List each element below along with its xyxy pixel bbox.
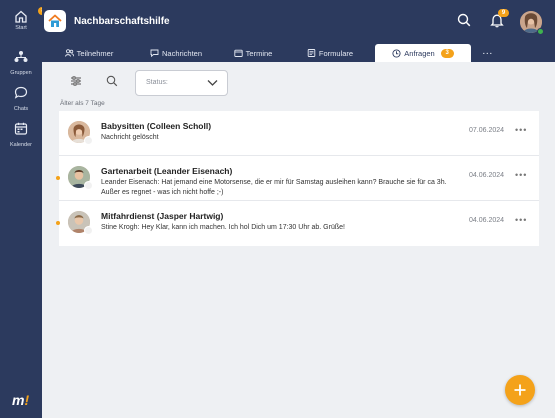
request-snippet: Stine Krogh: Hey Klar, kann ich machen. … bbox=[101, 224, 345, 231]
calendar-icon bbox=[14, 122, 28, 140]
request-row[interactable]: Mitfahrdienst (Jasper Hartwig) Stine Kro… bbox=[56, 201, 539, 246]
request-icon bbox=[392, 48, 401, 58]
list-search-button[interactable] bbox=[106, 74, 118, 92]
tab-label: Nachrichten bbox=[161, 48, 203, 58]
filter-settings-button[interactable] bbox=[70, 74, 82, 92]
home-icon: 8 bbox=[14, 7, 48, 23]
rail-label-gruppen: Gruppen bbox=[10, 70, 32, 76]
request-type-badge bbox=[84, 181, 93, 190]
search-icon bbox=[106, 75, 118, 87]
tab-termine[interactable]: Termine bbox=[225, 44, 281, 62]
rail-item-gruppen[interactable]: Gruppen bbox=[0, 50, 42, 76]
rail-item-kalender[interactable]: Kalender bbox=[0, 122, 42, 148]
people-icon bbox=[64, 49, 74, 57]
main-content: Status: Älter als 7 Tage Babysitten (Col… bbox=[42, 62, 555, 418]
rail-item-chats[interactable]: Chats bbox=[0, 86, 42, 112]
rail-label-kalender: Kalender bbox=[9, 142, 33, 148]
request-type-badge bbox=[84, 226, 93, 235]
tab-label: Anfragen bbox=[404, 48, 435, 58]
search-button[interactable] bbox=[457, 13, 471, 32]
request-title: Mitfahrdienst (Jasper Hartwig) bbox=[101, 211, 224, 221]
notification-badge: 9 bbox=[498, 9, 509, 17]
rail-label-chats: Chats bbox=[13, 106, 29, 112]
tab-more[interactable]: ··· bbox=[475, 44, 501, 62]
row-more-button[interactable]: ••• bbox=[515, 215, 527, 225]
status-placeholder: Status: bbox=[146, 79, 168, 86]
search-icon bbox=[457, 13, 471, 27]
tab-teilnehmer[interactable]: Teilnehmer bbox=[54, 44, 124, 62]
side-rail: 8 Start Gruppen Chats Kalender m! bbox=[0, 0, 48, 418]
requests-count-badge: 3 bbox=[440, 48, 454, 58]
request-date: 04.06.2024 bbox=[469, 172, 505, 179]
add-request-button[interactable] bbox=[505, 375, 535, 405]
group-logo bbox=[44, 10, 66, 32]
request-snippet: Nachricht gelöscht bbox=[101, 134, 159, 141]
row-more-button[interactable]: ••• bbox=[515, 125, 527, 135]
top-header: Nachbarschaftshilfe 9 bbox=[42, 0, 555, 44]
section-label: Älter als 7 Tage bbox=[60, 100, 105, 107]
requests-list: Babysitten (Colleen Scholl) Nachricht ge… bbox=[56, 111, 539, 246]
tab-label: Termine bbox=[245, 48, 273, 58]
request-date: 07.06.2024 bbox=[469, 127, 505, 134]
request-snippet: Leander Eisenach: Hat jemand eine Motors… bbox=[101, 179, 447, 196]
brand-logo: m! bbox=[12, 392, 30, 408]
chat-icon bbox=[14, 86, 28, 104]
tab-bar: Teilnehmer Nachrichten Termine Formulare… bbox=[42, 44, 555, 62]
tab-label: Teilnehmer bbox=[76, 48, 114, 58]
chevron-down-icon bbox=[207, 80, 218, 86]
status-filter-select[interactable]: Status: bbox=[135, 70, 228, 96]
more-icon: ••• bbox=[515, 215, 528, 225]
more-icon: ••• bbox=[515, 125, 528, 135]
request-date: 04.06.2024 bbox=[469, 217, 505, 224]
online-status-indicator bbox=[537, 28, 544, 35]
sliders-icon bbox=[71, 76, 81, 86]
tab-nachrichten[interactable]: Nachrichten bbox=[141, 44, 211, 62]
rail-item-start[interactable]: 8 Start bbox=[0, 7, 48, 31]
rail-label-start: Start bbox=[15, 25, 27, 31]
tab-formulare[interactable]: Formulare bbox=[299, 44, 361, 62]
request-type-badge bbox=[84, 136, 93, 145]
page-title: Nachbarschaftshilfe bbox=[74, 16, 170, 27]
calendar-icon bbox=[234, 49, 243, 57]
request-row[interactable]: Gartenarbeit (Leander Eisenach) Leander … bbox=[56, 156, 539, 201]
plus-icon bbox=[514, 384, 526, 396]
request-title: Gartenarbeit (Leander Eisenach) bbox=[101, 166, 233, 176]
more-icon: ••• bbox=[515, 170, 528, 180]
form-icon bbox=[307, 49, 316, 57]
unread-dot bbox=[56, 176, 60, 180]
groups-icon bbox=[14, 50, 28, 68]
tab-label: Formulare bbox=[318, 48, 354, 58]
more-icon: ··· bbox=[482, 48, 494, 58]
row-more-button[interactable]: ••• bbox=[515, 170, 527, 180]
notifications-button[interactable]: 9 bbox=[490, 9, 509, 33]
tab-anfragen[interactable]: Anfragen 3 bbox=[375, 44, 471, 62]
house-logo-icon bbox=[48, 14, 62, 27]
filter-bar: Status: bbox=[42, 62, 555, 100]
unread-dot bbox=[56, 221, 60, 225]
request-title: Babysitten (Colleen Scholl) bbox=[101, 121, 212, 131]
request-row[interactable]: Babysitten (Colleen Scholl) Nachricht ge… bbox=[59, 111, 539, 156]
message-icon bbox=[150, 49, 159, 57]
